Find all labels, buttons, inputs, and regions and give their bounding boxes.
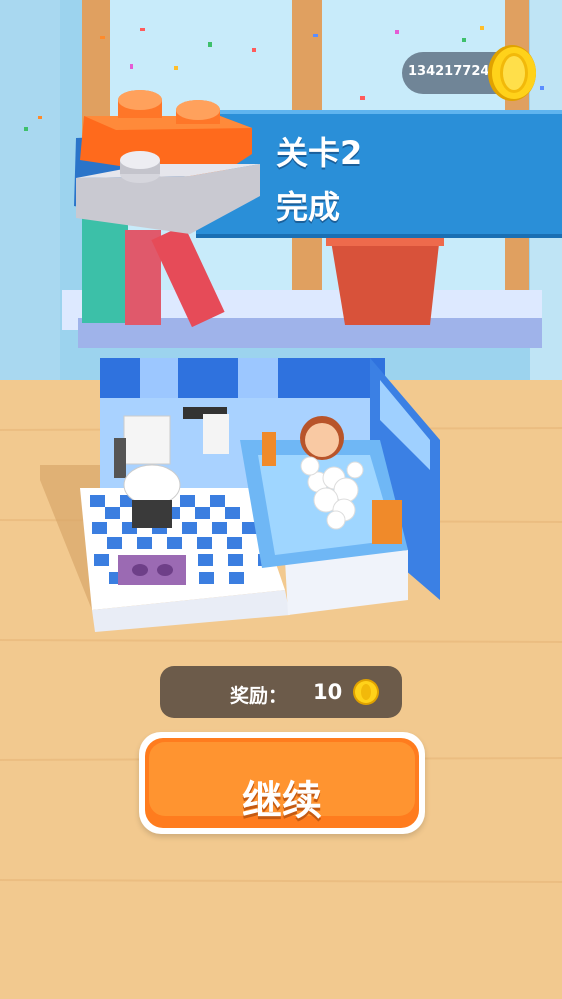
lego-bricks-icon (74, 90, 260, 234)
continue-button-border: 继续 (145, 738, 419, 828)
coin-count: 1342177249 (408, 64, 499, 79)
reward-label: 奖励： (230, 685, 288, 707)
gold-coin-icon (353, 679, 379, 705)
continue-button-label: 继续 (242, 778, 322, 824)
level-title: 关卡2 (276, 134, 363, 172)
gold-coin-icon (488, 45, 536, 101)
reward-value: 10 (313, 680, 343, 704)
level-status: 完成 (276, 188, 341, 226)
continue-button-face: 继续 (149, 742, 415, 824)
continue-button[interactable]: 继续 (139, 732, 425, 834)
